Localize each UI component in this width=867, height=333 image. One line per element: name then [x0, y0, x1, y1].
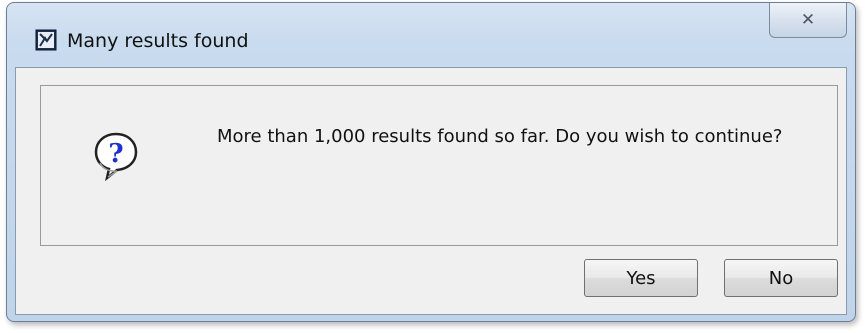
dialog-body: ? More than 1,000 results found so far. …: [15, 67, 847, 315]
close-button[interactable]: ✕: [769, 3, 847, 38]
close-icon: ✕: [800, 10, 816, 30]
message-panel: ? More than 1,000 results found so far. …: [40, 85, 838, 246]
message-text: More than 1,000 results found so far. Do…: [217, 126, 783, 147]
title-bar[interactable]: Many results found ✕: [7, 3, 855, 61]
question-icon: ?: [94, 132, 138, 181]
yes-button[interactable]: Yes: [584, 259, 698, 297]
svg-text:?: ?: [108, 139, 123, 169]
application-icon: [35, 29, 57, 51]
dialog-title: Many results found: [67, 30, 249, 52]
no-button[interactable]: No: [724, 259, 838, 297]
dialog-window: Many results found ✕ ? More than 1,000 r…: [6, 2, 856, 322]
